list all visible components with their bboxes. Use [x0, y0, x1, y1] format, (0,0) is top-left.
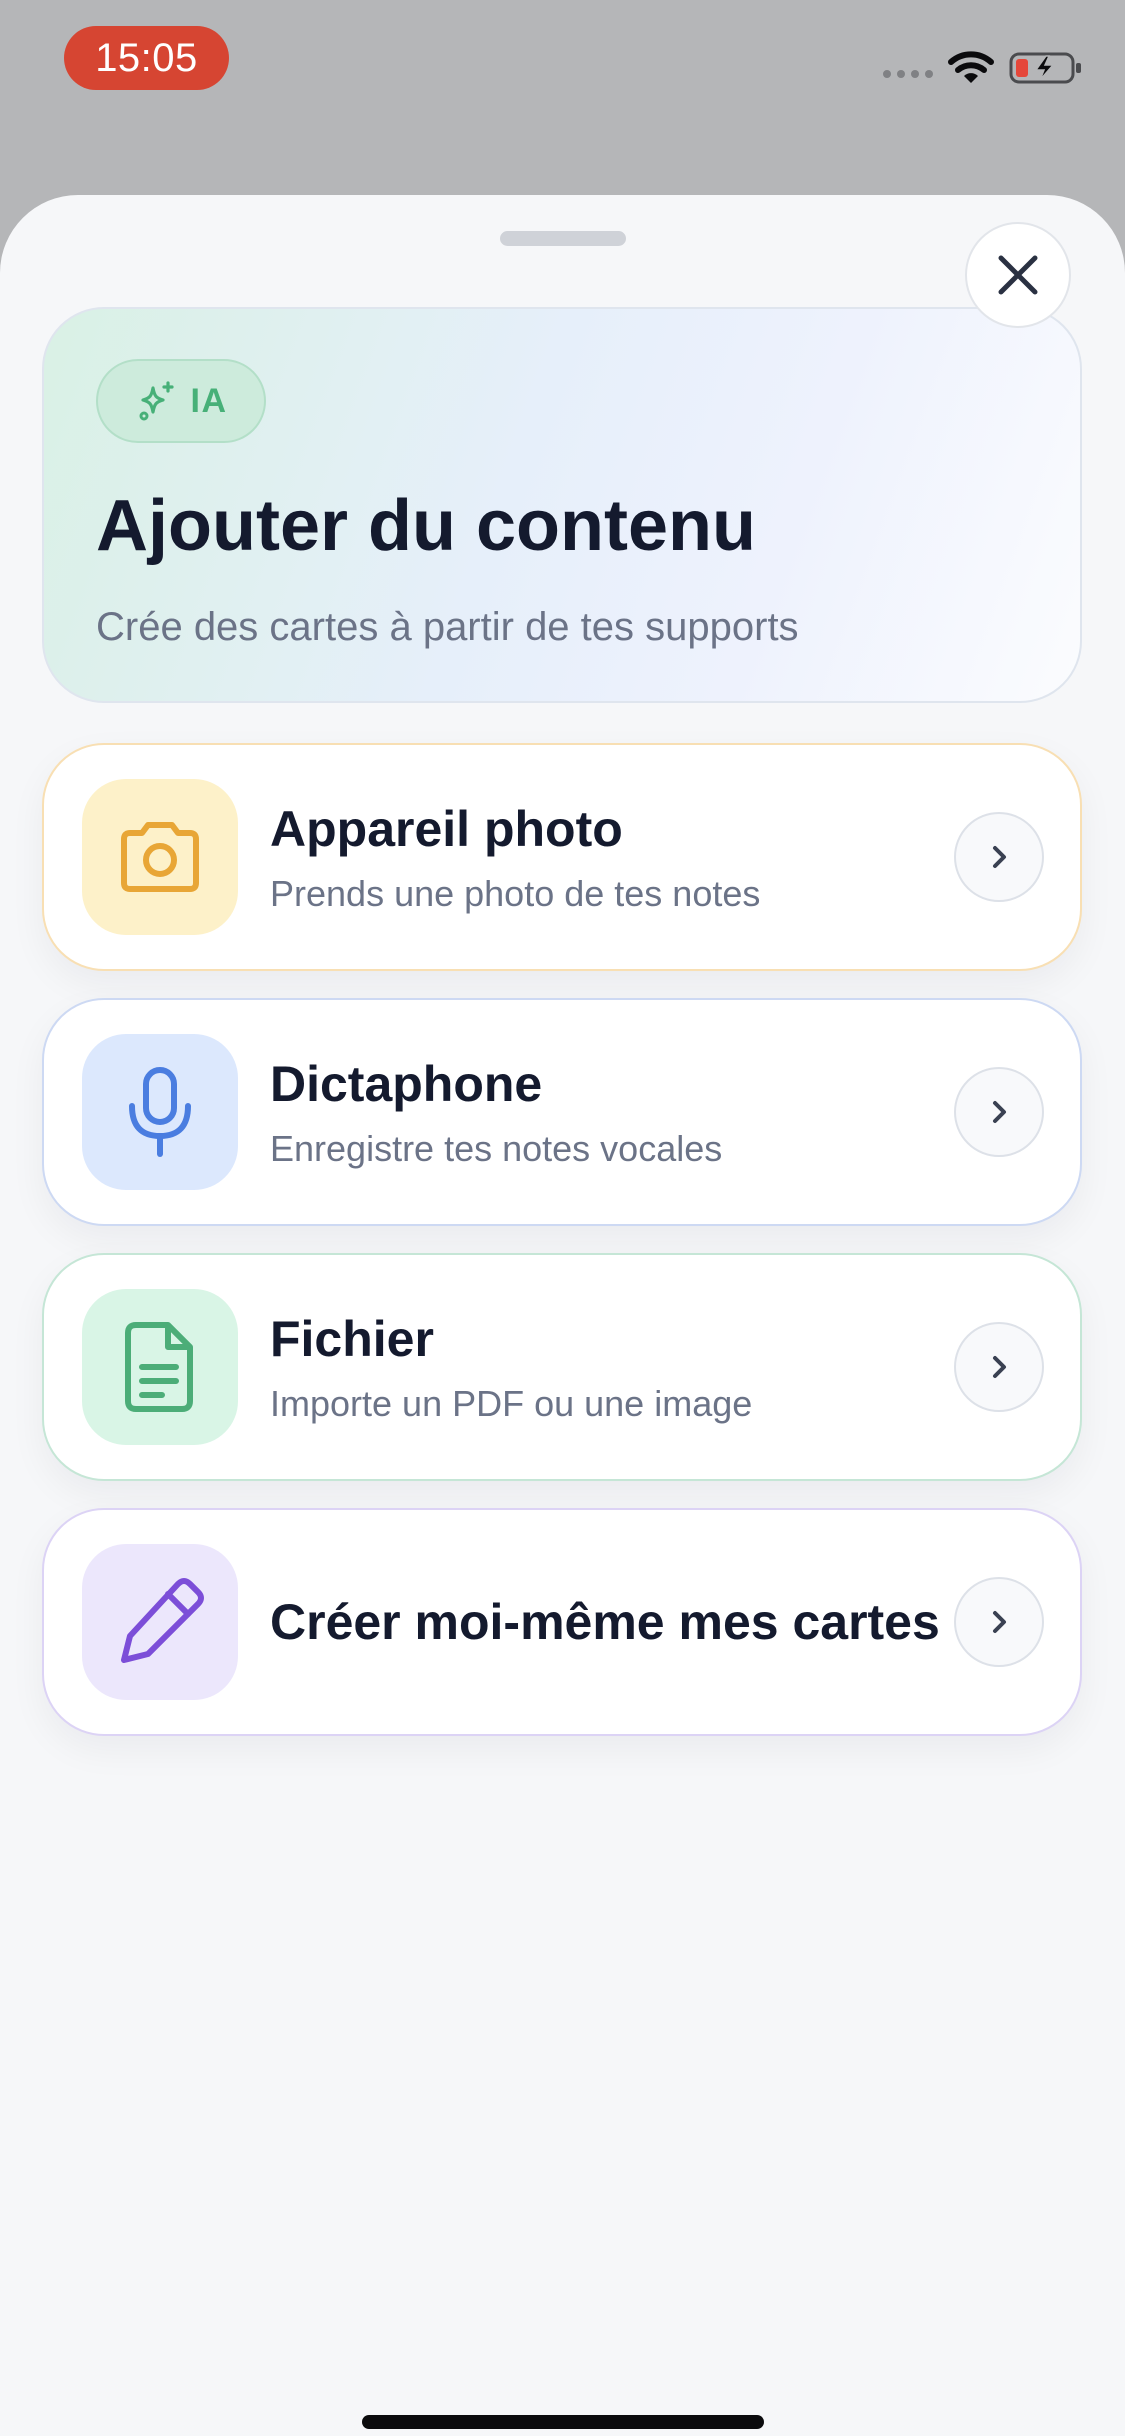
option-dictaphone-texts: Dictaphone Enregistre tes notes vocales [270, 1000, 950, 1224]
option-dictaphone-chevron-button[interactable] [954, 1067, 1044, 1157]
option-dictaphone[interactable]: Dictaphone Enregistre tes notes vocales [42, 998, 1082, 1226]
option-title: Créer moi-même mes cartes [270, 1593, 940, 1650]
option-create-manually-chevron-button[interactable] [954, 1577, 1044, 1667]
option-camera[interactable]: Appareil photo Prends une photo de tes n… [42, 743, 1082, 971]
option-camera-chevron-button[interactable] [954, 812, 1044, 902]
pencil-tile [82, 1544, 238, 1700]
option-description: Enregistre tes notes vocales [270, 1127, 723, 1169]
option-create-manually-texts: Créer moi-même mes cartes [270, 1510, 950, 1734]
option-camera-texts: Appareil photo Prends une photo de tes n… [270, 745, 950, 969]
close-icon [998, 255, 1038, 295]
camera-tile [82, 779, 238, 935]
document-tile [82, 1289, 238, 1445]
sheet-grabber[interactable] [500, 231, 626, 246]
battery-charging-icon [1009, 52, 1081, 84]
option-title: Dictaphone [270, 1056, 543, 1113]
close-button[interactable] [965, 222, 1071, 328]
chevron-right-icon [993, 1611, 1006, 1633]
pencil-icon [121, 1578, 204, 1663]
ia-badge-label: IA [190, 381, 228, 420]
option-title: Fichier [270, 1311, 434, 1368]
status-time: 15:05 [64, 26, 229, 90]
document-icon [125, 1322, 193, 1412]
option-file-chevron-button[interactable] [954, 1322, 1044, 1412]
option-file-texts: Fichier Importe un PDF ou une image [270, 1255, 950, 1479]
chevron-right-icon [993, 846, 1006, 868]
home-indicator[interactable] [362, 2415, 764, 2429]
cellular-signal-icon [883, 70, 933, 78]
microphone-tile [82, 1034, 238, 1190]
microphone-icon [129, 1067, 191, 1157]
chevron-right-icon [993, 1356, 1006, 1378]
option-file[interactable]: Fichier Importe un PDF ou une image [42, 1253, 1082, 1481]
ia-badge: IA [96, 359, 266, 443]
header-card: IA Ajouter du contenu Crée des cartes à … [42, 307, 1082, 703]
option-title: Appareil photo [270, 801, 623, 858]
chevron-right-icon [993, 1101, 1006, 1123]
page-subtitle: Crée des cartes à partir de tes supports [96, 605, 799, 649]
page-title: Ajouter du contenu [96, 486, 756, 566]
option-create-manually[interactable]: Créer moi-même mes cartes [42, 1508, 1082, 1736]
wifi-icon [948, 51, 994, 83]
option-description: Prends une photo de tes notes [270, 872, 761, 914]
sparkles-icon [139, 381, 174, 421]
camera-icon [121, 822, 199, 892]
option-description: Importe un PDF ou une image [270, 1382, 753, 1424]
add-content-sheet: IA Ajouter du contenu Crée des cartes à … [0, 195, 1125, 2436]
status-indicators [883, 48, 1083, 88]
